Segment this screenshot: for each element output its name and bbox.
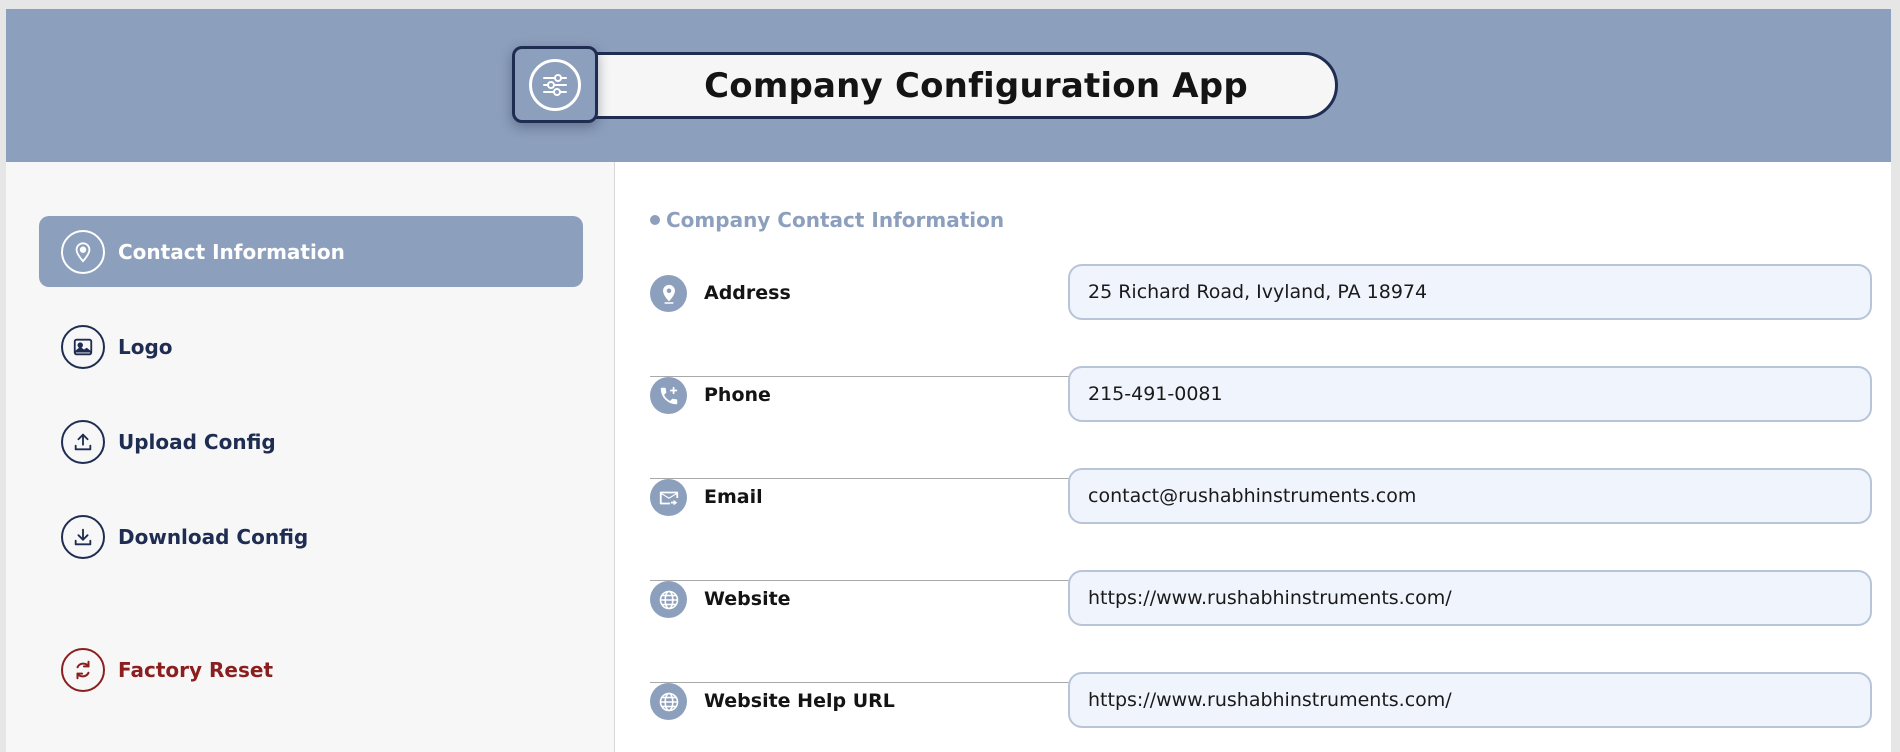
sidebar-item-logo[interactable]: Logo — [39, 311, 583, 382]
email-label: Email — [704, 486, 763, 508]
section-heading: Company Contact Information — [650, 208, 1004, 232]
sidebar-item-label: Download Config — [118, 524, 309, 549]
address-input[interactable] — [1068, 264, 1872, 320]
website-input[interactable] — [1068, 570, 1872, 626]
field-row-email: Email — [650, 468, 1872, 581]
mail-forward-icon — [650, 479, 687, 516]
bullet-dot — [650, 215, 660, 225]
title-icon-badge — [512, 46, 598, 123]
globe-icon — [650, 683, 687, 720]
app-header: Company Configuration App — [6, 9, 1891, 162]
sidebar-item-upload-config[interactable]: Upload Config — [39, 406, 583, 477]
sliders-icon — [529, 58, 581, 111]
sidebar-item-factory-reset[interactable]: Factory Reset — [39, 634, 583, 705]
refresh-icon — [61, 647, 105, 692]
website-help-url-input[interactable] — [1068, 672, 1872, 728]
app-window: Company Configuration App Contact Inform… — [6, 9, 1891, 752]
app-title: Company Configuration App — [704, 65, 1248, 106]
email-input[interactable] — [1068, 468, 1872, 524]
sidebar-item-label: Logo — [118, 334, 173, 359]
field-row-website-help-url: Website Help URL — [650, 672, 1872, 752]
phone-label: Phone — [704, 384, 771, 406]
sidebar-item-label: Contact Information — [118, 239, 345, 264]
upload-icon — [61, 419, 105, 464]
address-label: Address — [704, 282, 791, 304]
field-row-phone: Phone — [650, 366, 1872, 479]
field-row-website: Website — [650, 570, 1872, 683]
image-icon — [61, 324, 105, 369]
section-title: Company Contact Information — [666, 208, 1005, 232]
sidebar-item-contact-information[interactable]: Contact Information — [39, 216, 583, 287]
phone-add-icon — [650, 377, 687, 414]
website-label: Website — [704, 588, 791, 610]
field-row-address: Address — [650, 264, 1872, 377]
globe-icon — [650, 581, 687, 618]
title-banner: Company Configuration App — [564, 52, 1338, 119]
sidebar-item-label: Upload Config — [118, 429, 276, 454]
phone-input[interactable] — [1068, 366, 1872, 422]
location-pin-icon — [650, 275, 687, 312]
location-pin-icon — [61, 229, 105, 274]
sidebar-item-download-config[interactable]: Download Config — [39, 501, 583, 572]
sidebar-item-label: Factory Reset — [118, 657, 273, 682]
download-icon — [61, 514, 105, 559]
main-panel: Company Contact Information Address 25 R… — [616, 162, 1891, 752]
website-help-url-label: Website Help URL — [704, 690, 895, 712]
sidebar: Contact Information Logo Upload Config D… — [6, 162, 615, 752]
